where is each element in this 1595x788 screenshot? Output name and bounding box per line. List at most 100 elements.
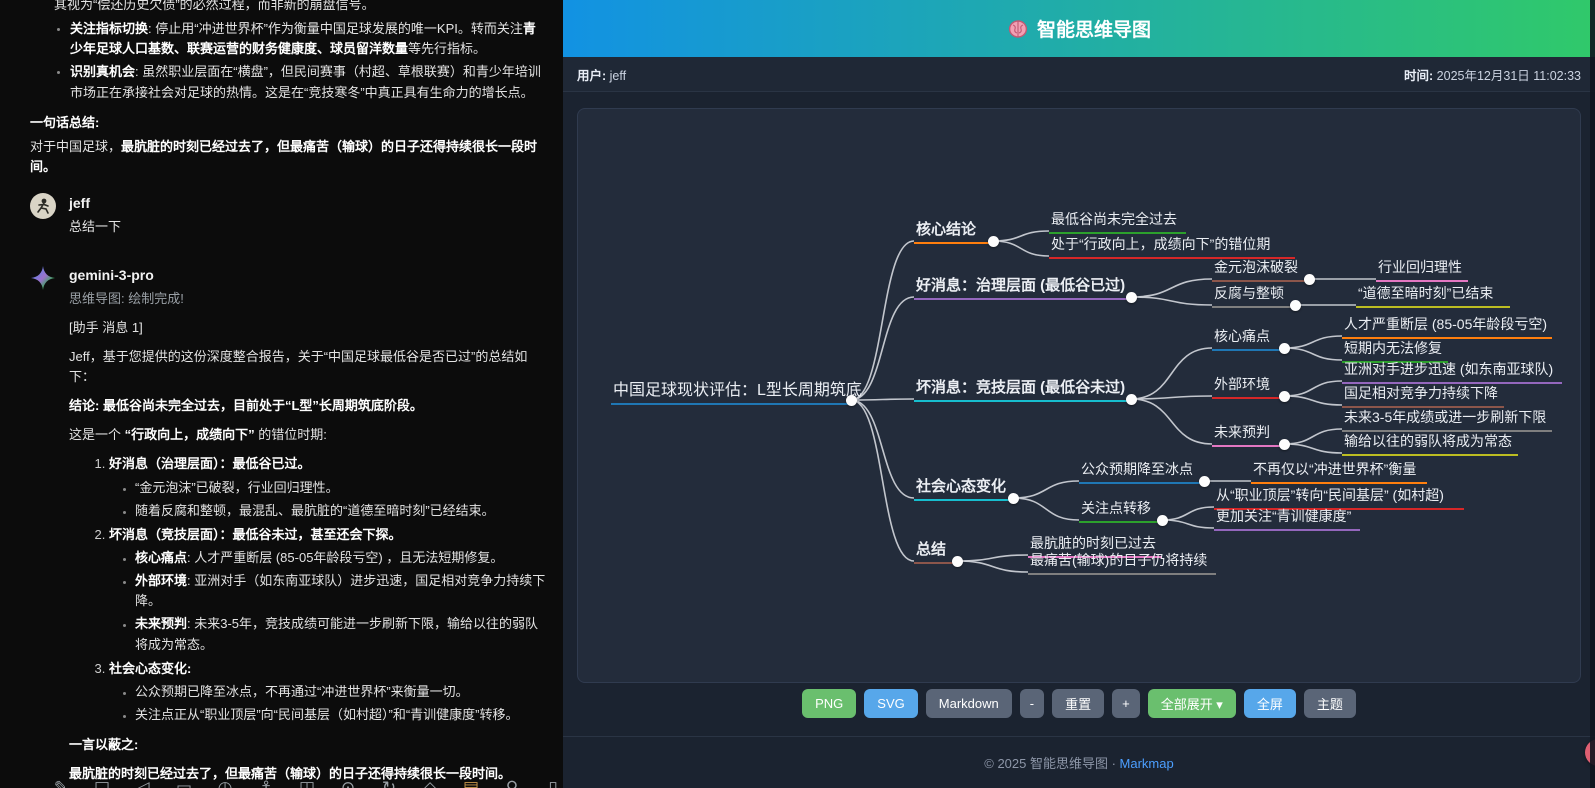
toolbar-button-重置[interactable]: 重置 — [1052, 689, 1104, 718]
sub-item: 公众预期已降至冰点，不再通过“冲进世界杯”来衡量一切。 — [135, 682, 547, 702]
trash-icon[interactable]: ⬓ — [93, 778, 111, 788]
toolbar-button-png[interactable]: PNG — [802, 689, 856, 718]
toolbar-button-svg[interactable]: SVG — [864, 689, 917, 718]
runner-figure-icon — [32, 195, 54, 217]
footer: © 2025 智能思维导图 · Markmap — [563, 753, 1595, 772]
mindmap-collapse-circle[interactable] — [1126, 292, 1137, 303]
assistant-period: 这是一个 “行政向上，成绩向下” 的错位时期: — [69, 425, 547, 445]
mindmap-collapse-circle[interactable] — [1279, 391, 1290, 402]
chat-bullet: 识别真机会: 虽然职业层面在“横盘”，但民间赛事（村超、草根联赛）和青少年培训市… — [70, 62, 547, 102]
assistant-message: gemini-3-pro 思维导图: 绘制完成! [助手 消息 1] Jeff，… — [30, 265, 547, 788]
mindmap-node[interactable]: 好消息：治理层面 (最低谷已过) — [914, 274, 1128, 300]
mindmap-node[interactable]: 亚洲对手进步迅速 (如东南亚球队) — [1342, 359, 1562, 384]
mindmap-collapse-circle[interactable] — [1157, 515, 1168, 526]
toolbar-button-全屏[interactable]: 全屏 — [1244, 689, 1296, 718]
mindmap-node[interactable]: 公众预期降至冰点 — [1079, 459, 1201, 484]
mindmap-collapse-circle[interactable] — [952, 556, 963, 567]
mindmap-node[interactable]: 输给以往的弱队将成为常态 — [1342, 431, 1518, 456]
mindmap-collapse-circle[interactable] — [1304, 274, 1315, 285]
save-icon[interactable]: ◫ — [298, 778, 316, 788]
mindmap-toolbar: PNG SVG Markdown-重置 + 全部展开 ▾ 全屏主题 — [563, 689, 1595, 718]
mindmap-collapse-circle[interactable] — [1008, 493, 1019, 504]
chat-scroll-area[interactable]: 其视为“偿还历史欠债”的必然过程，而非新的崩盘信号。 关注指标切换: 停止用“冲… — [0, 0, 563, 788]
info-icon[interactable]: ⊙ — [339, 778, 357, 788]
mindmap-node[interactable]: 外部环境 — [1212, 374, 1281, 399]
sub-item: “金元泡沫”已破裂，行业回归理性。 — [135, 478, 547, 498]
edit-icon[interactable]: ✎ — [52, 778, 70, 788]
mindmap-node[interactable]: 未来预判 — [1212, 422, 1281, 447]
assistant-conclusion: 结论: 最低谷尚未完全过去，目前处于“L型”长周期筑底阶段。 — [69, 396, 547, 416]
sub-item: 随着反腐和整顿，最混乱、最肮脏的“道德至暗时刻”已经结束。 — [135, 501, 547, 521]
mindmap-node[interactable]: 处于“行政向上，成绩向下”的错位期 — [1049, 234, 1295, 259]
time-info: 时间: 2025年12月31日 11:02:33 — [1404, 65, 1581, 84]
toolbar-button-主题[interactable]: 主题 — [1304, 689, 1356, 718]
sub-item: 关注点正从“职业顶层”向“民间基层（如村超）”和“青训健康度”转移。 — [135, 705, 547, 725]
page-scrollbar[interactable] — [1590, 0, 1595, 788]
list-item: 好消息（治理层面）：最低谷已过。 “金元泡沫”已破裂，行业回归理性。 随着反腐和… — [109, 454, 547, 520]
chat-panel: 其视为“偿还历史欠债”的必然过程，而非新的崩盘信号。 关注指标切换: 停止用“冲… — [0, 0, 563, 788]
anchor-icon[interactable]: ⚓ — [257, 778, 275, 788]
info-bar: 用户: jeff 时间: 2025年12月31日 11:02:33 — [563, 57, 1595, 92]
jeff-avatar[interactable] — [30, 193, 56, 219]
mindmap-collapse-circle[interactable] — [846, 395, 857, 406]
user-pin-icon[interactable]: ⚲ — [503, 778, 521, 788]
footer-divider — [563, 736, 1595, 737]
gift-icon[interactable]: ⬙ — [421, 778, 439, 788]
mindmap-node[interactable]: 关注点转移 — [1079, 498, 1159, 523]
mindmap-node[interactable]: 国足相对竞争力持续下降 — [1342, 383, 1504, 408]
speaker-icon[interactable]: ◁ — [134, 778, 152, 788]
mindmap-panel: 智能思维导图 用户: jeff 时间: 2025年12月31日 11:02:33… — [563, 0, 1595, 788]
mindmap-node[interactable]: 反腐与整顿 — [1212, 283, 1292, 308]
chat-input-toolbar: ✎⬓◁▭◷⚓◫⊙↻⬙▤⚲▯⊞▦+ — [52, 778, 563, 788]
list-item: 社会心态变化: 公众预期已降至冰点，不再通过“冲进世界杯”来衡量一切。 关注点正… — [109, 659, 547, 725]
mindmap-node[interactable]: 最痛苦(输球)的日子仍将持续 — [1028, 550, 1216, 575]
chat-bullet-list: 关注指标切换: 停止用“冲进世界杯”作为衡量中国足球发展的唯一KPI。转而关注青… — [30, 19, 547, 103]
assistant-tag: [助手 消息 1] — [69, 318, 547, 338]
mindmap-node[interactable]: 中国足球现状评估：L型长周期筑底 — [611, 376, 848, 405]
assistant-numbered-list: 好消息（治理层面）：最低谷已过。 “金元泡沫”已破裂，行业回归理性。 随着反腐和… — [69, 454, 547, 725]
summary-text: 对于中国足球，最肮脏的时刻已经过去了，但最痛苦（输球）的日子还得持续很长一段时间… — [30, 137, 547, 177]
mindmap-collapse-circle[interactable] — [1126, 394, 1137, 405]
folder-icon[interactable]: ▤ — [462, 778, 480, 788]
user-name: jeff — [69, 193, 121, 215]
mindmap-node[interactable]: 行业回归理性 — [1376, 257, 1468, 282]
toolbar-button--[interactable]: - — [1020, 689, 1044, 718]
summary-label: 一句话总结: — [30, 113, 547, 133]
clock-icon[interactable]: ◷ — [216, 778, 234, 788]
mindmap-node[interactable]: “道德至暗时刻”已结束 — [1356, 283, 1510, 308]
sub-item: 未来预判: 未来3-5年，竞技成绩可能进一步刷新下限，输给以往的弱队将成为常态。 — [135, 614, 547, 654]
list-item: 坏消息（竞技层面）：最低谷未过，甚至还会下探。 核心痛点: 人才严重断层 (85… — [109, 525, 547, 655]
assistant-intro: Jeff，基于您提供的这份深度整合报告，关于“中国足球最低谷是否已过”的总结如下… — [69, 347, 547, 387]
mindmap-node[interactable]: 核心结论 — [914, 218, 990, 244]
mindmap-node[interactable]: 核心痛点 — [1212, 326, 1281, 351]
mindmap-node[interactable]: 人才严重断层 (85-05年龄段亏空) — [1342, 314, 1552, 339]
document-icon[interactable]: ▯ — [544, 778, 562, 788]
mindmap-node[interactable]: 最低谷尚未完全过去 — [1049, 209, 1186, 234]
toolbar-button-+[interactable]: + — [1112, 689, 1140, 718]
mindmap-collapse-circle[interactable] — [1290, 300, 1301, 311]
toolbar-button-markdown[interactable]: Markdown — [926, 689, 1012, 718]
assistant-status: 思维导图: 绘制完成! — [69, 289, 547, 309]
markmap-link[interactable]: Markmap — [1120, 756, 1174, 771]
mindmap-node[interactable]: 金元泡沫破裂 — [1212, 257, 1306, 282]
mindmap-collapse-circle[interactable] — [988, 236, 999, 247]
brain-icon — [1007, 18, 1029, 40]
user-text: 总结一下 — [69, 217, 121, 237]
sub-item: 核心痛点: 人才严重断层 (85-05年龄段亏空) ，且无法短期修复。 — [135, 548, 547, 568]
mindmap-node[interactable]: 更加关注“青训健康度” — [1214, 506, 1360, 531]
refresh-icon[interactable]: ↻ — [380, 778, 398, 788]
toolbar-button-全部展开[interactable]: 全部展开 ▾ — [1148, 689, 1236, 718]
mindmap-node[interactable]: 总结 — [914, 538, 954, 564]
mindmap-node[interactable]: 社会心态变化 — [914, 475, 1010, 501]
mindmap-node[interactable]: 坏消息：竞技层面 (最低谷未过) — [914, 376, 1128, 402]
mindmap-node[interactable]: 不再仅以“冲进世界杯”衡量 — [1251, 459, 1427, 484]
chat-bullet: 关注指标切换: 停止用“冲进世界杯”作为衡量中国足球发展的唯一KPI。转而关注青… — [70, 19, 547, 59]
mindmap-collapse-circle[interactable] — [1199, 476, 1210, 487]
sub-item: 外部环境: 亚洲对手（如东南亚球队）进步迅速，国足相对竞争力持续下降。 — [135, 571, 547, 611]
mindmap-canvas[interactable]: 中国足球现状评估：L型长周期筑底 核心结论 最低谷尚未完全过去处于“行政向上，成绩向… — [577, 108, 1581, 683]
assistant-body: [助手 消息 1] Jeff，基于您提供的这份深度整合报告，关于“中国足球最低谷… — [69, 318, 547, 785]
mindmap-collapse-circle[interactable] — [1279, 439, 1290, 450]
mindmap-node[interactable]: 未来3-5年成绩或进一步刷新下限 — [1342, 407, 1552, 432]
image-icon[interactable]: ▭ — [175, 778, 193, 788]
mindmap-collapse-circle[interactable] — [1279, 343, 1290, 354]
